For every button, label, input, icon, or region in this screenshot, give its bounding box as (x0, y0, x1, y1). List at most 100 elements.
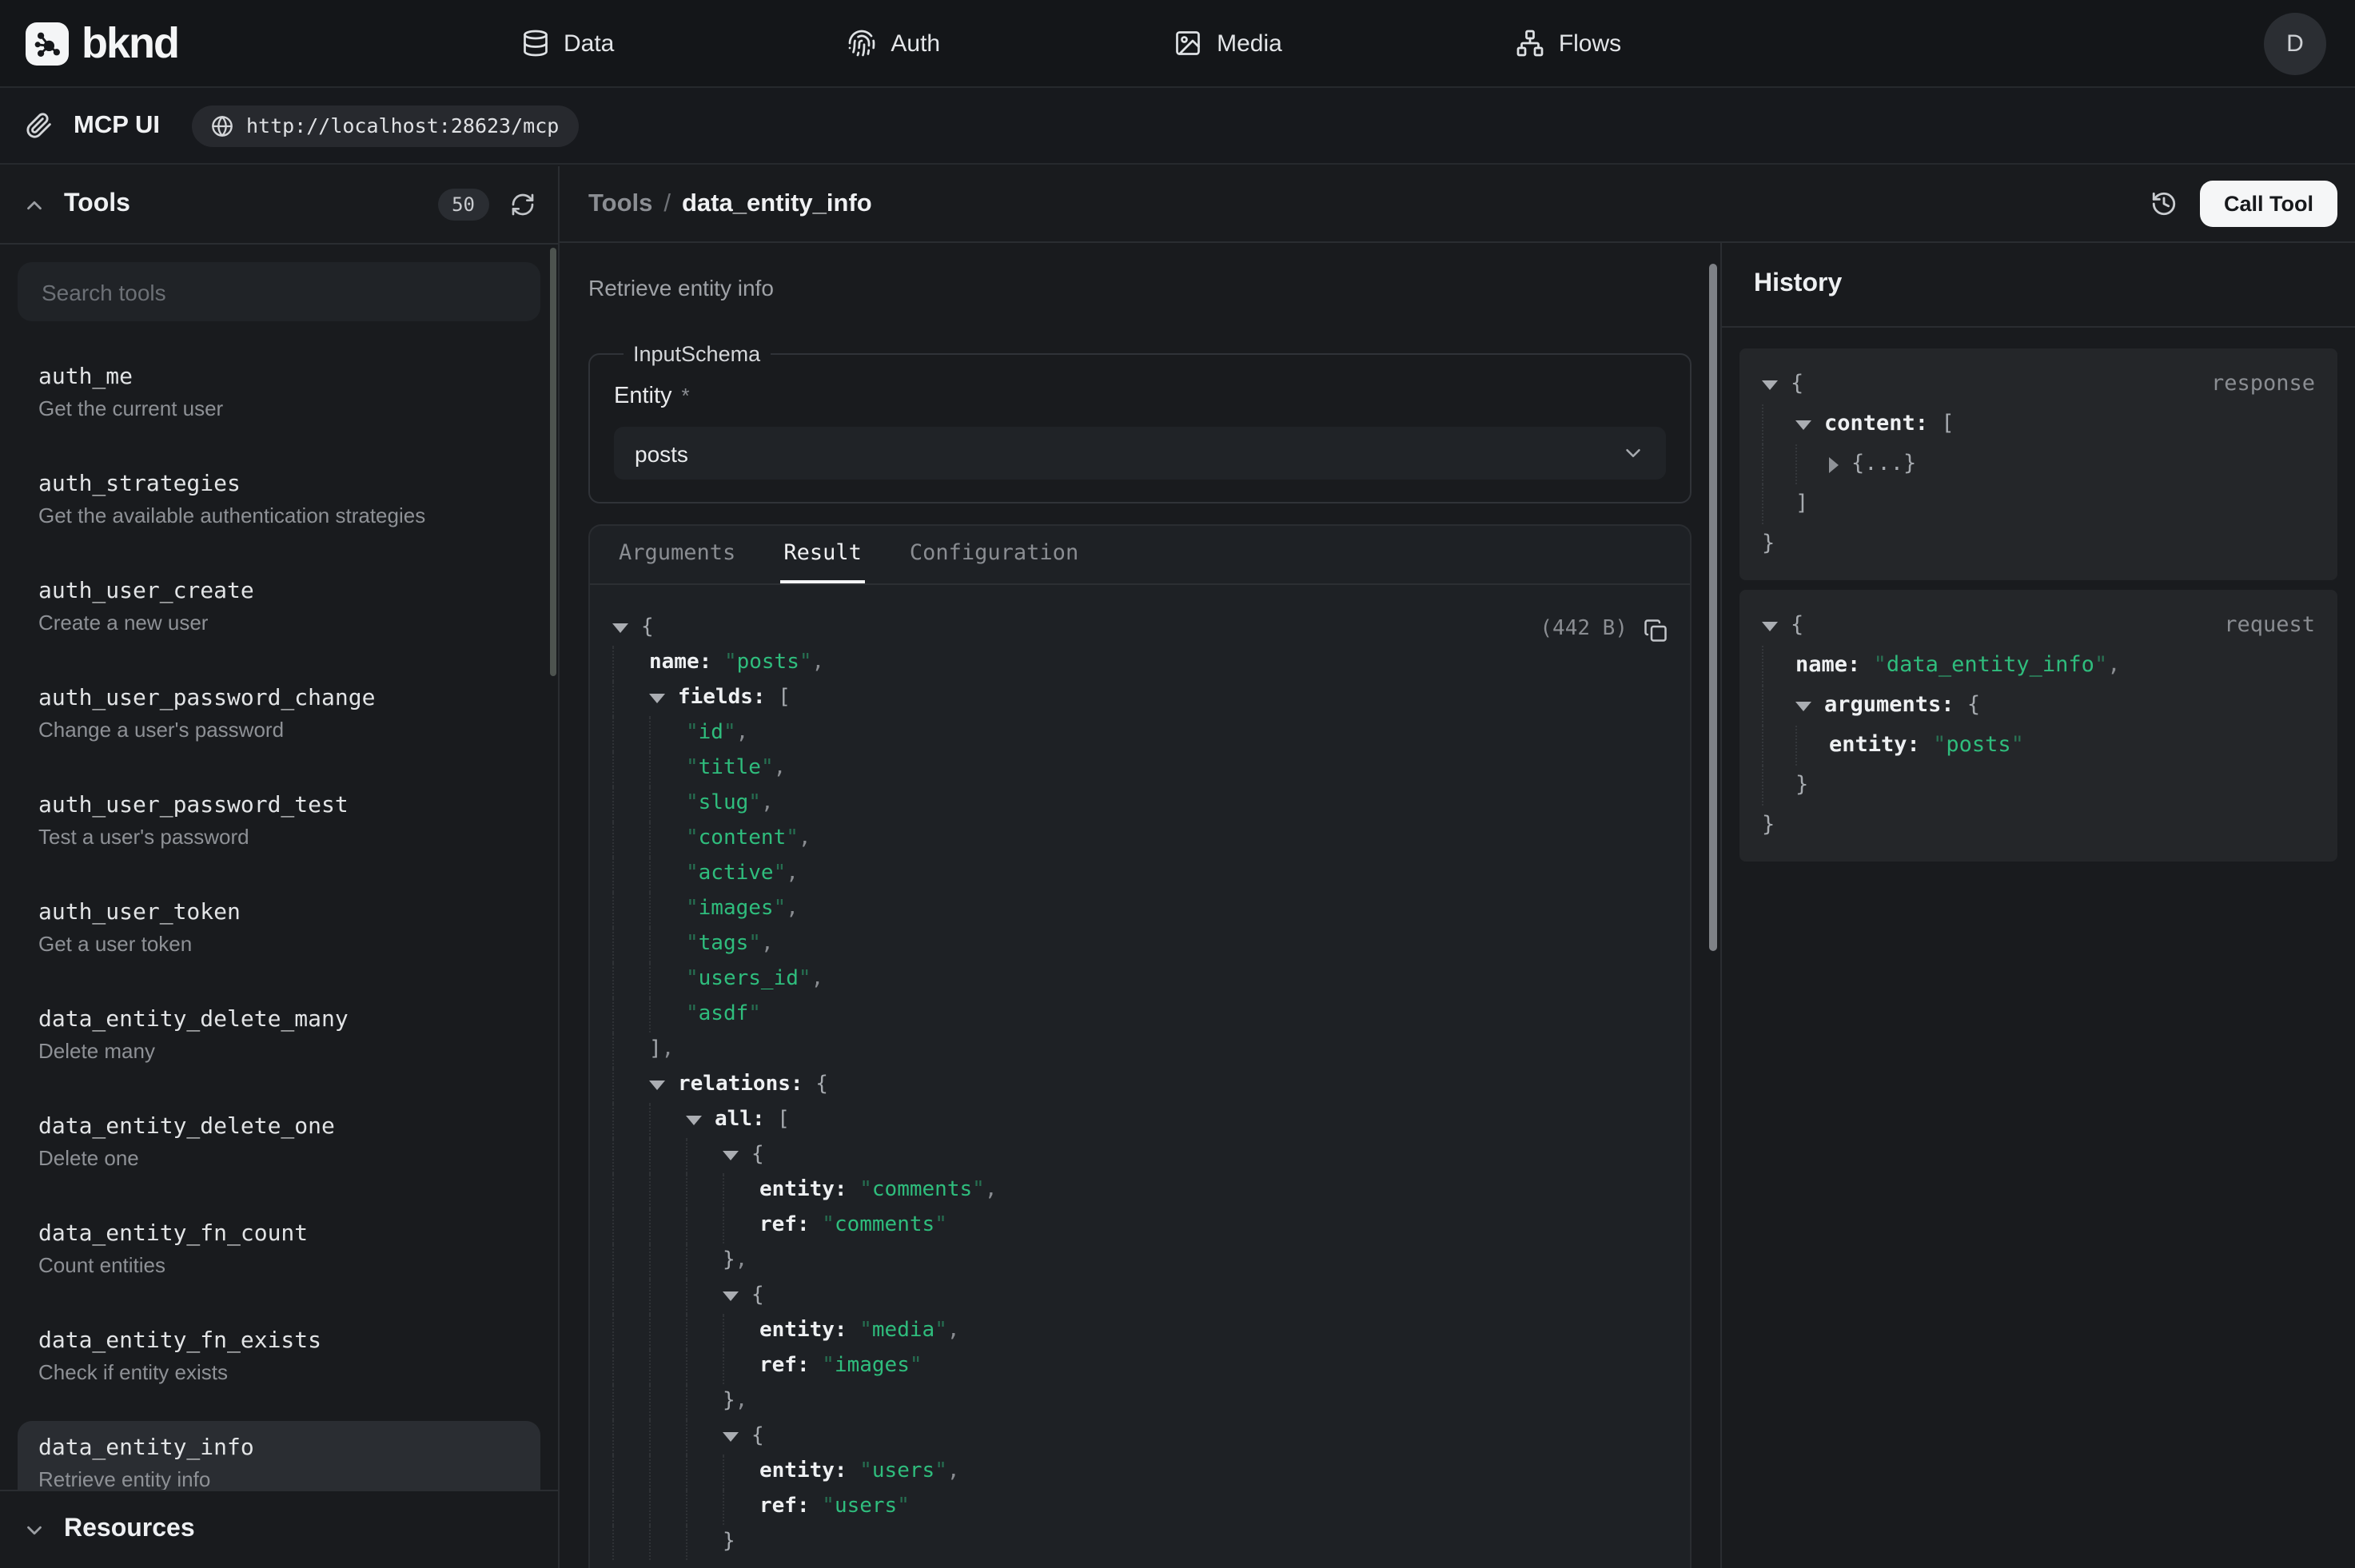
expand-toggle-icon[interactable] (1762, 380, 1778, 389)
copy-button[interactable] (1644, 618, 1668, 642)
tab-configuration[interactable]: Configuration (907, 526, 1082, 583)
json-line: { (612, 1419, 1668, 1455)
tool-list-item[interactable]: data_entity_delete_oneDelete one (18, 1100, 540, 1186)
json-line: } (1762, 524, 2315, 564)
json-line: ], (612, 1033, 1668, 1068)
json-line: "images", (612, 892, 1668, 927)
history-panel: History response{content: [{...}]}reques… (1720, 243, 2355, 1568)
json-line: } (1762, 766, 2315, 806)
json-line: ] (1762, 484, 2315, 524)
main-nav: Data Auth Media Flows (520, 29, 1621, 58)
tool-description: Delete one (38, 1144, 520, 1173)
tool-list-item[interactable]: auth_user_tokenGet a user token (18, 885, 540, 972)
input-schema-legend: InputSchema (624, 342, 770, 366)
history-toggle-button[interactable] (2141, 181, 2187, 227)
tool-name: data_entity_info (38, 1432, 520, 1464)
result-meta: (442 B) (1540, 612, 1668, 647)
globe-icon (211, 114, 233, 137)
tool-name: auth_user_password_test (38, 790, 520, 822)
history-entry-type-label: request (2224, 606, 2315, 646)
history-entry-response[interactable]: response{content: [{...}]} (1739, 348, 2337, 580)
tools-section-header[interactable]: Tools 50 (0, 166, 558, 245)
resources-section-header[interactable]: Resources (0, 1490, 558, 1568)
expand-toggle-icon[interactable] (1795, 420, 1811, 429)
chevron-down-icon[interactable] (22, 1518, 46, 1542)
json-line: { (612, 1138, 1668, 1173)
tool-list-item[interactable]: auth_user_password_testTest a user's pas… (18, 778, 540, 865)
json-line: "title", (612, 751, 1668, 786)
refresh-icon[interactable] (510, 192, 536, 217)
result-json-viewer: (442 B) {name: "posts",fields: ["id","ti… (590, 585, 1690, 1560)
tabs-row: Arguments Result Configuration (590, 526, 1690, 585)
chevron-down-icon (1621, 441, 1645, 465)
history-entry-request[interactable]: request{name: "data_entity_info",argumen… (1739, 590, 2337, 862)
mcp-url-pill[interactable]: http://localhost:28623/mcp (192, 105, 578, 146)
json-line: entity: "users", (612, 1455, 1668, 1490)
expand-toggle-icon[interactable] (1762, 621, 1778, 631)
tool-name: data_entity_fn_count (38, 1218, 520, 1250)
json-line: relations: { (612, 1068, 1668, 1103)
nav-item-flows[interactable]: Flows (1516, 29, 1621, 58)
mcp-url: http://localhost:28623/mcp (246, 113, 559, 137)
result-card: Arguments Result Configuration (442 B) {na… (588, 524, 1692, 1568)
json-line: "active", (612, 857, 1668, 892)
expand-toggle-icon[interactable] (723, 1291, 739, 1301)
expand-toggle-icon[interactable] (1829, 456, 1839, 472)
sidebar-scrollbar-thumb[interactable] (550, 248, 556, 676)
nav-item-auth[interactable]: Auth (847, 29, 940, 58)
tab-result[interactable]: Result (780, 526, 865, 583)
breadcrumb-separator: / (663, 189, 671, 218)
json-line: fields: [ (612, 681, 1668, 716)
user-avatar[interactable]: D (2264, 12, 2326, 74)
call-tool-button[interactable]: Call Tool (2200, 181, 2337, 227)
tools-section-title: Tools (64, 190, 130, 219)
tool-list-item[interactable]: auth_user_password_changeChange a user's… (18, 671, 540, 758)
copy-icon (1644, 618, 1668, 642)
tool-description: Delete many (38, 1037, 520, 1066)
main-scrollbar-thumb[interactable] (1709, 264, 1717, 951)
content-header: Tools / data_entity_info Call Tool (560, 166, 2355, 243)
json-line: "users_id", (612, 962, 1668, 997)
tool-list-item[interactable]: data_entity_fn_existsCheck if entity exi… (18, 1314, 540, 1400)
json-line: }, (612, 1384, 1668, 1419)
search-input[interactable] (38, 277, 520, 306)
tool-list-item[interactable]: data_entity_fn_countCount entities (18, 1207, 540, 1293)
entity-label-text: Entity (614, 384, 672, 409)
json-line: }, (612, 1244, 1668, 1279)
required-mark: * (682, 384, 690, 408)
nav-label: Auth (891, 30, 940, 57)
chevron-up-icon[interactable] (22, 193, 46, 217)
nav-label: Flows (1559, 30, 1621, 57)
expand-toggle-icon[interactable] (612, 623, 628, 633)
tool-list-item[interactable]: auth_strategiesGet the available authent… (18, 457, 540, 543)
tool-list-item[interactable]: auth_user_createCreate a new user (18, 564, 540, 651)
json-line: ref: "images" (612, 1349, 1668, 1384)
image-icon (1174, 29, 1202, 58)
expand-toggle-icon[interactable] (649, 694, 665, 703)
bknd-logo[interactable]: bknd (26, 18, 178, 68)
nav-item-data[interactable]: Data (520, 29, 614, 58)
json-line: "tags", (612, 927, 1668, 962)
mcp-ui-app: bknd Data Auth Media Flows D MCP UI (0, 0, 2355, 1568)
tool-list: auth_meGet the current user auth_strategi… (18, 350, 540, 1507)
tool-name: auth_strategies (38, 468, 520, 500)
tab-arguments[interactable]: Arguments (616, 526, 739, 583)
network-icon (1516, 29, 1544, 58)
expand-toggle-icon[interactable] (686, 1116, 702, 1125)
expand-toggle-icon[interactable] (723, 1432, 739, 1442)
tool-list-item[interactable]: data_entity_delete_manyDelete many (18, 993, 540, 1079)
tool-name: data_entity_delete_many (38, 1004, 520, 1036)
entity-select[interactable]: posts (614, 427, 1666, 480)
expand-toggle-icon[interactable] (649, 1080, 665, 1090)
tool-description: Check if entity exists (38, 1359, 520, 1387)
page: bknd Data Auth Media Flows D MCP UI (0, 0, 2355, 1568)
expand-toggle-icon[interactable] (1795, 701, 1811, 710)
paperclip-icon (26, 112, 53, 139)
expand-toggle-icon[interactable] (723, 1151, 739, 1160)
fingerprint-icon (847, 29, 876, 58)
tool-name: auth_user_create (38, 575, 520, 607)
tool-list-item[interactable]: auth_meGet the current user (18, 350, 540, 436)
breadcrumb-tools-link[interactable]: Tools (588, 189, 652, 218)
nav-item-media[interactable]: Media (1174, 29, 1282, 58)
breadcrumb-current-tool: data_entity_info (682, 189, 872, 218)
